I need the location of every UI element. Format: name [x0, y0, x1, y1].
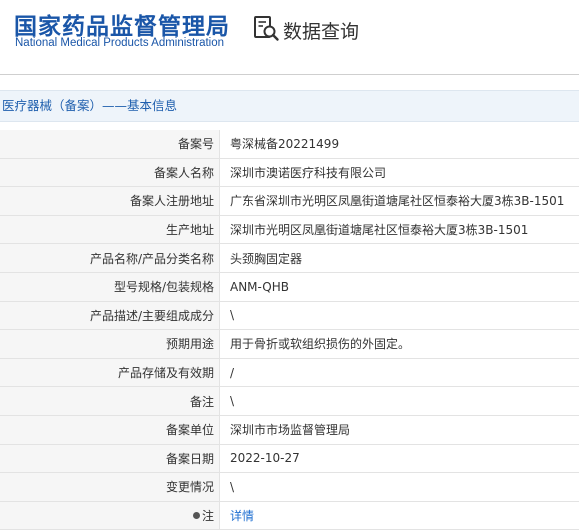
field-label: 备案单位 [0, 415, 220, 444]
table-row: 备案日期2022-10-27 [0, 444, 579, 473]
field-label: 产品名称/产品分类名称 [0, 244, 220, 273]
field-value: \ [220, 301, 579, 330]
field-label: 生产地址 [0, 215, 220, 244]
table-row: 产品描述/主要组成成分\ [0, 301, 579, 330]
field-label: 备注 [0, 387, 220, 416]
table-row: 生产地址深圳市光明区凤凰街道塘尾社区恒泰裕大厦3栋3B-1501 [0, 215, 579, 244]
field-label: 备案人注册地址 [0, 187, 220, 216]
table-row: 备案单位深圳市市场监督管理局 [0, 415, 579, 444]
table-row: 备注\ [0, 387, 579, 416]
field-label: 产品描述/主要组成成分 [0, 301, 220, 330]
data-query-label: 数据查询 [283, 17, 359, 44]
field-value: 用于骨折或软组织损伤的外固定。 [220, 330, 579, 359]
agency-logo-en: National Medical Products Administration [15, 37, 224, 49]
table-row: 产品名称/产品分类名称头颈胸固定器 [0, 244, 579, 273]
field-label: 预期用途 [0, 330, 220, 359]
section-title: 医疗器械（备案）——基本信息 [2, 91, 177, 121]
field-value: ANM-QHB [220, 272, 579, 301]
field-value: 头颈胸固定器 [220, 244, 579, 273]
field-value: 广东省深圳市光明区凤凰街道塘尾社区恒泰裕大厦3栋3B-1501 [220, 187, 579, 216]
field-value: 粤深械备20221499 [220, 130, 579, 158]
table-row: 型号规格/包装规格ANM-QHB [0, 272, 579, 301]
field-value: 2022-10-27 [220, 444, 579, 473]
table-row: 变更情况\ [0, 473, 579, 502]
table-row: 产品存储及有效期/ [0, 358, 579, 387]
section-header: 医疗器械（备案）——基本信息 [0, 90, 579, 122]
field-label: 备案号 [0, 130, 220, 158]
field-label: 型号规格/包装规格 [0, 272, 220, 301]
note-label-cell: 注 [0, 501, 220, 530]
header-divider [0, 74, 579, 75]
search-document-icon [252, 14, 280, 46]
field-value: \ [220, 473, 579, 502]
record-table: 备案号粤深械备20221499 备案人名称深圳市澳诺医疗科技有限公司 备案人注册… [0, 130, 579, 530]
table-row: 备案人注册地址广东省深圳市光明区凤凰街道塘尾社区恒泰裕大厦3栋3B-1501 [0, 187, 579, 216]
field-value: 深圳市市场监督管理局 [220, 415, 579, 444]
table-row: 备案人名称深圳市澳诺医疗科技有限公司 [0, 158, 579, 187]
note-label: 注 [202, 509, 214, 523]
table-row: 预期用途用于骨折或软组织损伤的外固定。 [0, 330, 579, 359]
agency-logo-cn[interactable]: 国家药品监督管理局 [14, 7, 230, 41]
field-value: / [220, 358, 579, 387]
table-row: 备案号粤深械备20221499 [0, 130, 579, 158]
data-query-link[interactable]: 数据查询 [252, 16, 359, 44]
field-label: 备案人名称 [0, 158, 220, 187]
site-header: 国家药品监督管理局 National Medical Products Admi… [0, 0, 579, 74]
note-value-cell: 详情 [220, 501, 579, 530]
field-label: 产品存储及有效期 [0, 358, 220, 387]
field-value: \ [220, 387, 579, 416]
field-value: 深圳市光明区凤凰街道塘尾社区恒泰裕大厦3栋3B-1501 [220, 215, 579, 244]
bullet-dot-icon [193, 512, 200, 519]
field-label: 备案日期 [0, 444, 220, 473]
field-label: 变更情况 [0, 473, 220, 502]
field-value: 深圳市澳诺医疗科技有限公司 [220, 158, 579, 187]
table-row-note: 注 详情 [0, 501, 579, 530]
details-link[interactable]: 详情 [230, 509, 254, 523]
